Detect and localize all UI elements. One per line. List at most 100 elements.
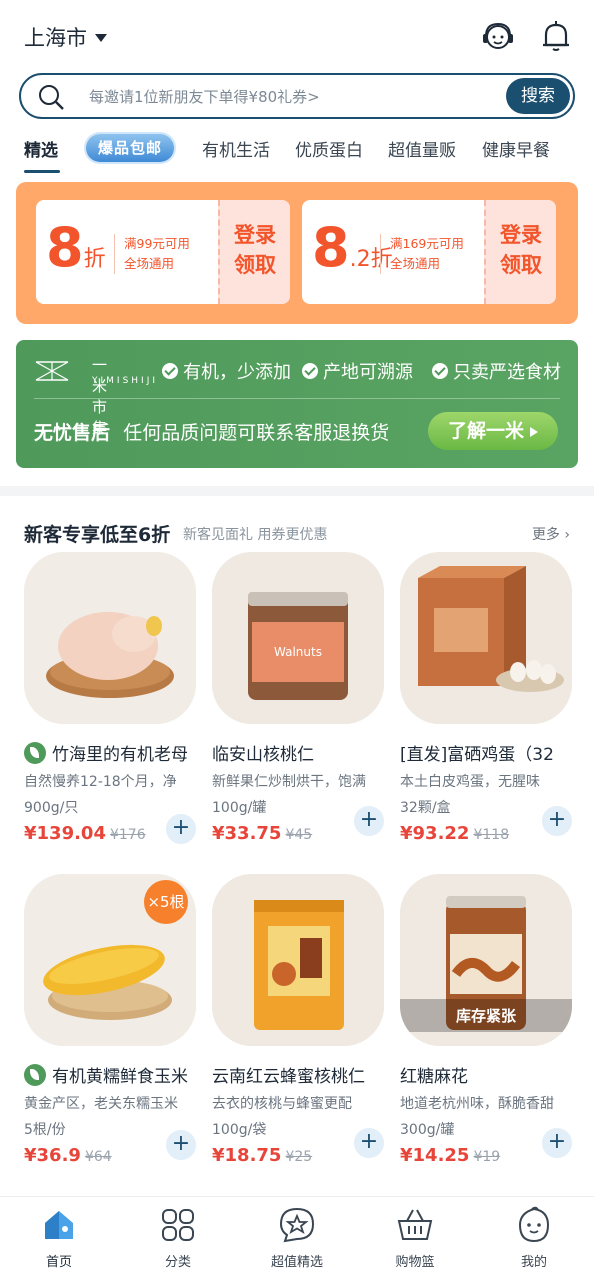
active-tab-indicator (24, 170, 60, 173)
new-customer-section: 新客专享低至6折 新客见面礼 用券更优惠 更多 › 竹海里的有机老母 自然慢养1… (0, 486, 594, 1194)
brand-english: YIMISHIJI (92, 376, 159, 386)
add-to-cart-button[interactable]: + (354, 806, 384, 836)
honey-walnut-bag-illustration (212, 874, 384, 1046)
product-name: 云南红云蜂蜜核桃仁 (212, 1067, 365, 1087)
search-button[interactable]: 搜索 (506, 78, 570, 114)
product-name: 有机黄糯鲜食玉米 (24, 1062, 200, 1087)
original-price: ¥25 (285, 1149, 313, 1165)
basket-icon (397, 1209, 433, 1240)
learn-more-button[interactable]: 了解一米 (428, 412, 558, 450)
chicken-illustration (24, 552, 196, 724)
product-desc: 本土白皮鸡蛋，无腥味 (400, 774, 540, 790)
walnut-jar-illustration: Walnuts (212, 552, 384, 724)
search-icon (39, 85, 64, 110)
nav-value-picks[interactable]: 超值精选 (252, 1205, 342, 1270)
login-claim-button[interactable]: 登录 领取 (218, 200, 290, 304)
nav-basket[interactable]: 购物篮 (370, 1205, 460, 1270)
search-bar[interactable]: 每邀请1位新朋友下单得¥80礼券> 搜索 (19, 73, 575, 119)
product-card[interactable]: 云南红云蜂蜜核桃仁 去衣的核桃与蜂蜜更配 100g/袋 ¥18.75 ¥25 + (212, 874, 388, 1166)
coupon-conditions: 满99元可用 全场通用 (124, 236, 190, 271)
product-image[interactable]: ×5根 (24, 874, 196, 1046)
city-selector[interactable]: 上海市 (24, 22, 107, 52)
product-name: 临安山核桃仁 (212, 745, 314, 765)
product-image[interactable] (212, 874, 384, 1046)
city-label: 上海市 (24, 26, 87, 50)
after-sales-headline: 无忧售后 任何品质问题可联系客服退换货 (34, 422, 390, 444)
feature-organic: 有机，少添加 (162, 358, 291, 384)
discount-value: 8折 (46, 216, 106, 279)
bottom-navigation: 首页 分类 超值精选 购物篮 我的 (0, 1196, 594, 1280)
category-icon (162, 1209, 194, 1241)
add-to-cart-button[interactable]: + (354, 1128, 384, 1158)
tab-free-shipping-hits[interactable]: 爆品包邮 (86, 134, 174, 162)
play-arrow-icon (530, 426, 538, 437)
check-icon (432, 363, 448, 379)
coupon-conditions: 满169元可用 全场通用 (390, 236, 464, 271)
original-price: ¥45 (285, 827, 313, 843)
customer-service-icon[interactable] (480, 18, 516, 54)
original-price: ¥118 (473, 827, 510, 843)
product-image[interactable]: 库存紧张 (400, 874, 572, 1046)
product-name: 竹海里的有机老母 (24, 740, 200, 765)
product-card[interactable]: 竹海里的有机老母 自然慢养12-18个月，净 900g/只 ¥139.04 ¥17… (24, 552, 200, 844)
banner-divider (34, 398, 560, 399)
profile-icon (518, 1206, 550, 1243)
section-subtitle: 新客见面礼 用券更优惠 (183, 527, 328, 543)
product-image[interactable]: Walnuts (212, 552, 384, 724)
tab-quality-protein[interactable]: 优质蛋白 (295, 136, 363, 161)
more-link[interactable]: 更多 › (532, 524, 570, 544)
market-logo-icon (35, 361, 69, 381)
add-to-cart-button[interactable]: + (542, 806, 572, 836)
coupon-card[interactable]: 8折 满99元可用 全场通用 登录 领取 (36, 200, 290, 304)
product-desc: 地道老杭州味，酥脆香甜 (400, 1096, 554, 1112)
tab-value-bulk[interactable]: 超值量贩 (388, 136, 456, 161)
tab-organic-life[interactable]: 有机生活 (202, 136, 270, 161)
add-to-cart-button[interactable]: + (166, 1130, 196, 1160)
section-title: 新客专享低至6折 (24, 524, 171, 546)
product-card[interactable]: 库存紧张 红糖麻花 地道老杭州味，酥脆香甜 300g/罐 ¥14.25 ¥19 + (400, 874, 576, 1166)
notification-bell-icon[interactable] (538, 18, 574, 54)
nav-category[interactable]: 分类 (133, 1205, 223, 1270)
caret-down-icon (95, 34, 107, 42)
original-price: ¥176 (109, 827, 146, 843)
product-desc: 自然慢养12-18个月，净 (24, 774, 177, 790)
tab-featured[interactable]: 精选 (24, 136, 58, 161)
low-stock-label: 库存紧张 (400, 999, 572, 1032)
product-desc: 黄金产区，老关东糯玉米 (24, 1096, 178, 1112)
tab-healthy-breakfast[interactable]: 健康早餐 (482, 136, 550, 161)
add-to-cart-button[interactable]: + (166, 814, 196, 844)
product-card[interactable]: [直发]富硒鸡蛋（32 本土白皮鸡蛋，无腥味 32颗/盒 ¥93.22 ¥118 … (400, 552, 576, 844)
nav-profile[interactable]: 我的 (489, 1205, 579, 1270)
app-page: 上海市 每邀请1位新朋友下单得¥80礼券> 搜索 精选 有机生活 优质蛋白 超值… (0, 0, 594, 1280)
product-spec: 900g/只 (24, 800, 79, 816)
check-icon (302, 363, 318, 379)
product-image[interactable] (24, 552, 196, 724)
star-bubble-icon (279, 1207, 315, 1243)
coupon-divider (114, 234, 115, 274)
home-icon (45, 1211, 73, 1239)
top-header: 上海市 (0, 0, 594, 72)
egg-box-illustration (400, 552, 572, 724)
product-image[interactable] (400, 552, 572, 724)
brand-logo: 一米市集 YIMISHIJI (34, 354, 155, 437)
organic-leaf-icon (24, 1063, 46, 1086)
nav-home[interactable]: 首页 (14, 1205, 104, 1270)
product-card[interactable]: ×5根 有机黄糯鲜食玉米 黄金产区，老关东糯玉米 5根/份 ¥36.9 ¥64 + (24, 874, 200, 1166)
brand-promise-banner[interactable]: 一米市集 YIMISHIJI 有机，少添加 产地可溯源 只卖严选食材 无忧售后 … (16, 340, 578, 468)
original-price: ¥64 (84, 1149, 112, 1165)
product-desc: 新鲜果仁炒制烘干，饱满 (212, 774, 366, 790)
product-name: 红糖麻花 (400, 1067, 468, 1087)
product-name: [直发]富硒鸡蛋（32 (400, 745, 554, 765)
quantity-badge: ×5根 (144, 880, 188, 924)
coupon-card[interactable]: 8.2折 满169元可用 全场通用 登录 领取 (302, 200, 556, 304)
original-price: ¥19 (473, 1149, 501, 1165)
coupon-divider (380, 234, 381, 274)
product-card[interactable]: Walnuts 临安山核桃仁 新鲜果仁炒制烘干，饱满 100g/罐 ¥33.75… (212, 552, 388, 844)
svg-text:Walnuts: Walnuts (274, 645, 322, 659)
organic-leaf-icon (24, 741, 46, 764)
login-claim-button[interactable]: 登录 领取 (484, 200, 556, 304)
search-placeholder[interactable]: 每邀请1位新朋友下单得¥80礼券> (89, 86, 320, 107)
add-to-cart-button[interactable]: + (542, 1128, 572, 1158)
coupon-banner: 8折 满99元可用 全场通用 登录 领取 8.2折 满169元可用 全场通用 登… (16, 182, 578, 324)
feature-selected: 只卖严选食材 (432, 358, 561, 384)
